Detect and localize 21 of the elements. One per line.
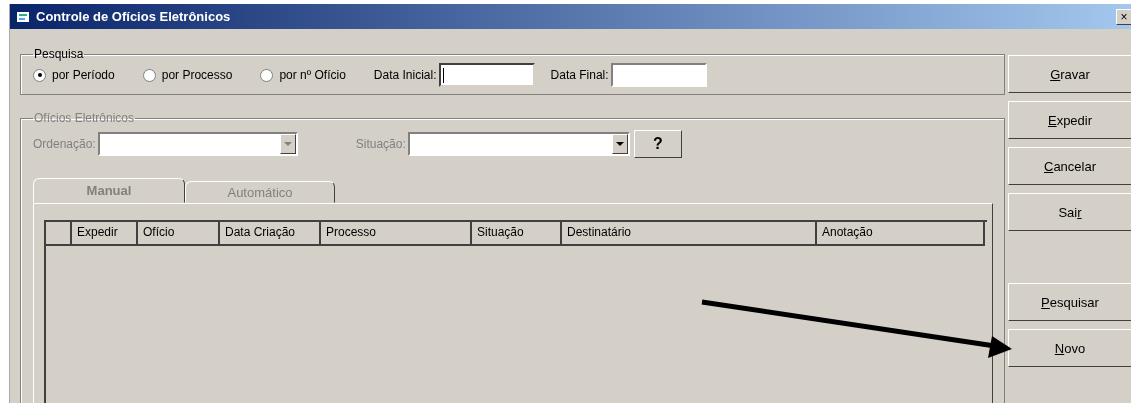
close-button[interactable]: × xyxy=(1116,8,1131,25)
command-button[interactable]: Novo xyxy=(1008,329,1131,367)
field-label: Data Inicial: xyxy=(373,68,437,82)
date-field[interactable] xyxy=(438,63,535,87)
field-label: Ordenação: xyxy=(33,137,96,151)
window-icon xyxy=(16,9,32,24)
command-button[interactable]: Gravar xyxy=(1008,55,1131,93)
text-cursor xyxy=(442,67,444,83)
radio-option[interactable]: por Período xyxy=(33,68,115,82)
field-label: Situação: xyxy=(355,137,406,151)
group-title: Pesquisa xyxy=(33,47,85,61)
command-button[interactable]: Sair xyxy=(1008,193,1131,231)
window-title: Controle de Ofícios Eletrônicos xyxy=(36,9,231,24)
command-button[interactable]: Pesquisar xyxy=(1008,283,1131,321)
group-title: Ofícios Eletrônicos xyxy=(33,111,136,125)
field-label: Data Final: xyxy=(550,68,609,82)
command-button[interactable]: Expedir xyxy=(1008,101,1131,139)
radio-option[interactable]: por Processo xyxy=(142,68,233,82)
date-field[interactable] xyxy=(610,63,707,87)
radio-option[interactable]: por nº Ofício xyxy=(260,68,346,82)
command-button[interactable]: Cancelar xyxy=(1008,147,1131,185)
